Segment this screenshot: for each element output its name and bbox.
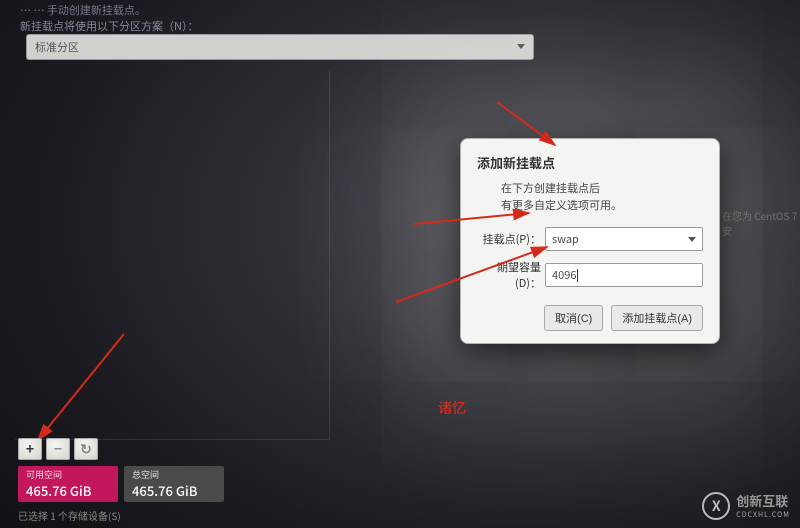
mountpoint-value: swap bbox=[552, 231, 579, 247]
watermark-sub: CDCXHL.COM bbox=[736, 510, 790, 520]
cancel-button[interactable]: 取消(C) bbox=[544, 305, 603, 331]
capacity-input[interactable]: 4096 bbox=[545, 263, 703, 287]
partition-scheme-value: 标准分区 bbox=[35, 39, 79, 55]
capacity-value: 4096 bbox=[552, 267, 576, 283]
total-space-value: 465.76 GiB bbox=[132, 481, 216, 500]
selected-devices-link[interactable]: 已选择 1 个存储设备(S) bbox=[18, 508, 121, 523]
capacity-field-label: 期望容量(D)： bbox=[477, 259, 545, 291]
mountpoint-combobox[interactable]: swap bbox=[545, 227, 703, 251]
add-mountpoint-dialog: 添加新挂载点 在下方创建挂载点后 有更多自定义选项可用。 挂载点(P)： swa… bbox=[460, 138, 720, 344]
total-space-badge: 总空间 465.76 GiB bbox=[124, 466, 224, 502]
add-mountpoint-confirm-button[interactable]: 添加挂载点(A) bbox=[611, 305, 703, 331]
available-space-badge: 可用空间 465.76 GiB bbox=[18, 466, 118, 502]
top-hint-text: … … 手动创建新挂载点。 bbox=[20, 2, 146, 18]
add-mountpoint-button[interactable]: + bbox=[18, 438, 42, 460]
dialog-title: 添加新挂载点 bbox=[477, 153, 703, 172]
reload-button[interactable]: ↻ bbox=[74, 438, 98, 460]
available-space-value: 465.76 GiB bbox=[26, 481, 110, 500]
partition-scheme-dropdown[interactable]: 标准分区 bbox=[26, 34, 534, 60]
dialog-subtitle: 在下方创建挂载点后 有更多自定义选项可用。 bbox=[501, 180, 703, 213]
mountpoint-field-label: 挂载点(P)： bbox=[477, 231, 545, 247]
partition-scheme-label: 新挂载点将使用以下分区方案（N）： bbox=[20, 18, 198, 34]
right-hint-text: 在您为 CentOS 7 安 bbox=[722, 208, 800, 238]
chevron-down-icon bbox=[688, 237, 696, 242]
watermark-name: 创新互联 bbox=[736, 491, 790, 510]
annotation-text: 诸忆 bbox=[438, 398, 466, 418]
disk-space-summary: 可用空间 465.76 GiB 总空间 465.76 GiB bbox=[18, 466, 224, 502]
available-space-label: 可用空间 bbox=[26, 468, 110, 481]
total-space-label: 总空间 bbox=[132, 468, 216, 481]
watermark-logo-icon: X bbox=[702, 492, 730, 520]
watermark: X 创新互联 CDCXHL.COM bbox=[702, 491, 790, 520]
chevron-down-icon bbox=[517, 44, 525, 49]
text-cursor-icon bbox=[577, 269, 578, 282]
mountpoint-toolbar: + − ↻ bbox=[18, 438, 98, 460]
mountpoint-list-panel bbox=[15, 70, 330, 440]
remove-mountpoint-button[interactable]: − bbox=[46, 438, 70, 460]
